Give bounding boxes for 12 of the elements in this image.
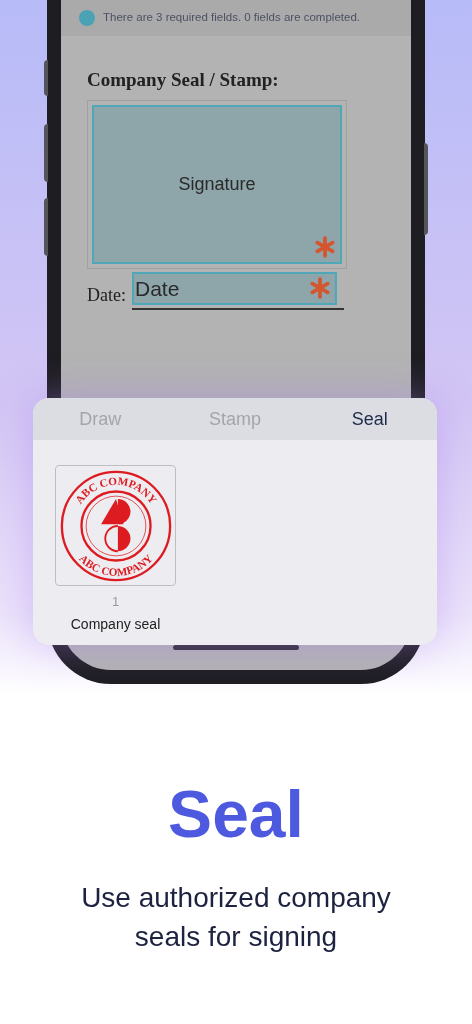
panel-tab[interactable]: Seal	[302, 398, 437, 440]
headline: Seal	[168, 776, 304, 853]
signature-placeholder: Signature	[178, 173, 256, 196]
signature-field[interactable]: Signature	[92, 105, 342, 264]
subtitle: Use authorized company seals for signing	[80, 881, 392, 954]
section-heading: Company Seal / Stamp:	[87, 68, 280, 92]
status-message: There are 3 required fields. 0 fields are completed.	[103, 10, 360, 26]
date-label: Date:	[87, 284, 126, 307]
date-placeholder: Date	[135, 275, 180, 302]
date-field[interactable]: Date	[132, 272, 337, 305]
seal-name: Company seal	[70, 615, 161, 634]
seal-number: 1	[111, 594, 120, 610]
